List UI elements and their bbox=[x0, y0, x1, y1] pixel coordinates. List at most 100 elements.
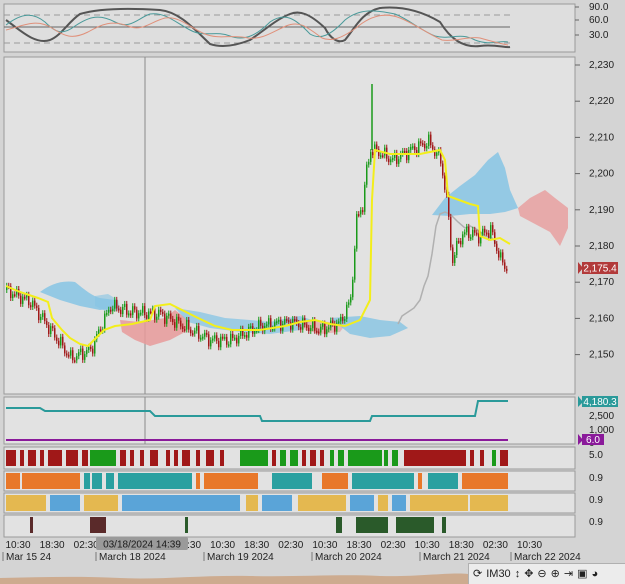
candle bbox=[202, 336, 204, 339]
candle bbox=[498, 250, 500, 258]
candle bbox=[348, 302, 350, 305]
trading-chart[interactable]: 90.0 60.0 30.0 2,230 2,220 2,210 2,200 2,190 2,… bbox=[0, 0, 625, 584]
candle bbox=[496, 243, 498, 251]
candle bbox=[92, 348, 94, 354]
candle bbox=[388, 158, 390, 163]
candle bbox=[68, 354, 70, 357]
interval-label[interactable]: IM30 bbox=[486, 565, 510, 584]
candle bbox=[50, 326, 52, 335]
candle bbox=[360, 210, 362, 215]
move-icon[interactable]: ✥ bbox=[524, 565, 533, 584]
candle bbox=[132, 306, 134, 315]
candle bbox=[410, 146, 412, 150]
signal-bar bbox=[320, 450, 324, 466]
signal-bar bbox=[66, 450, 78, 466]
time-tick-label: 10:30 bbox=[415, 540, 440, 551]
candle bbox=[46, 321, 48, 325]
signal-bar bbox=[92, 473, 102, 489]
zoom-in-icon[interactable]: ⊕ bbox=[551, 565, 560, 584]
strip-tick-label: 0.9 bbox=[589, 495, 603, 506]
signal-bar bbox=[302, 450, 306, 466]
candle bbox=[104, 313, 106, 330]
candle bbox=[144, 306, 146, 316]
time-tick-label: 10:30 bbox=[312, 540, 337, 551]
signal-strip-1[interactable] bbox=[3, 446, 576, 470]
candle bbox=[454, 255, 456, 263]
candle bbox=[460, 240, 462, 245]
candle bbox=[122, 307, 124, 315]
candle bbox=[442, 163, 444, 176]
signal-bar bbox=[350, 495, 374, 511]
signal-bar bbox=[130, 450, 134, 466]
candle bbox=[484, 228, 486, 233]
signal-bar bbox=[272, 450, 276, 466]
candle bbox=[352, 279, 354, 298]
price-tick-label: 2,210 bbox=[589, 132, 614, 143]
candle bbox=[354, 248, 356, 280]
signal-bar bbox=[352, 473, 414, 489]
candle bbox=[62, 336, 64, 346]
window-icon[interactable]: ▣ bbox=[577, 565, 587, 584]
candle bbox=[346, 304, 348, 320]
candle bbox=[492, 225, 494, 233]
candle bbox=[436, 152, 438, 156]
signal-bar bbox=[20, 450, 24, 466]
scroll-right-icon[interactable]: ⇥ bbox=[564, 565, 573, 584]
candle bbox=[432, 145, 434, 150]
resize-vertical-icon[interactable]: ↕ bbox=[515, 565, 521, 584]
candle bbox=[84, 354, 86, 360]
candle bbox=[450, 216, 452, 248]
signal-bar bbox=[336, 517, 342, 533]
candle bbox=[228, 344, 230, 347]
price-tick-label: 2,220 bbox=[589, 96, 614, 107]
candle bbox=[326, 329, 328, 335]
candle bbox=[486, 232, 488, 235]
date-tick-label: March 22 2024 bbox=[514, 552, 581, 563]
candle bbox=[174, 322, 176, 328]
candle bbox=[236, 337, 238, 344]
signal-bar bbox=[120, 450, 126, 466]
palette-icon[interactable]: ◕ bbox=[591, 565, 598, 584]
signal-bar bbox=[272, 473, 312, 489]
candle bbox=[44, 313, 46, 322]
zoom-out-icon[interactable]: ⊖ bbox=[537, 565, 546, 584]
candle bbox=[226, 336, 228, 345]
time-tick-label: 10:30 bbox=[210, 540, 235, 551]
candle bbox=[86, 349, 88, 355]
candle bbox=[214, 335, 216, 339]
signal-bar bbox=[90, 450, 116, 466]
time-tick-label: 18:30 bbox=[346, 540, 371, 551]
price-tick-label: 2,230 bbox=[589, 60, 614, 71]
candle bbox=[52, 326, 54, 329]
candle bbox=[216, 335, 218, 341]
sync-icon[interactable]: ⟳ bbox=[473, 565, 482, 584]
volume-badge-label: 4,180.3 bbox=[583, 397, 617, 408]
candle bbox=[490, 225, 492, 238]
candle bbox=[164, 313, 166, 324]
candle bbox=[150, 311, 152, 314]
candle bbox=[392, 157, 394, 160]
candle bbox=[474, 229, 476, 233]
candle bbox=[414, 146, 416, 151]
signal-bar bbox=[50, 495, 80, 511]
signal-bar bbox=[182, 450, 190, 466]
oscillator-badge-label: 6.0 bbox=[586, 435, 600, 446]
signal-bar bbox=[40, 450, 44, 466]
candle bbox=[318, 331, 320, 334]
signal-bar bbox=[404, 450, 466, 466]
signal-bar bbox=[392, 450, 398, 466]
signal-bar bbox=[418, 473, 422, 489]
date-tick-label: March 20 2024 bbox=[315, 552, 382, 563]
candle bbox=[20, 295, 22, 304]
candle bbox=[88, 346, 90, 350]
candle bbox=[328, 327, 330, 330]
candle bbox=[80, 348, 82, 353]
candle bbox=[78, 352, 80, 357]
signal-strip-4[interactable] bbox=[3, 514, 576, 538]
candle bbox=[364, 184, 366, 212]
candle bbox=[234, 337, 236, 340]
candle bbox=[126, 303, 128, 315]
candle bbox=[424, 143, 426, 149]
candle bbox=[186, 319, 188, 330]
time-tick-label: 18:30 bbox=[449, 540, 474, 551]
